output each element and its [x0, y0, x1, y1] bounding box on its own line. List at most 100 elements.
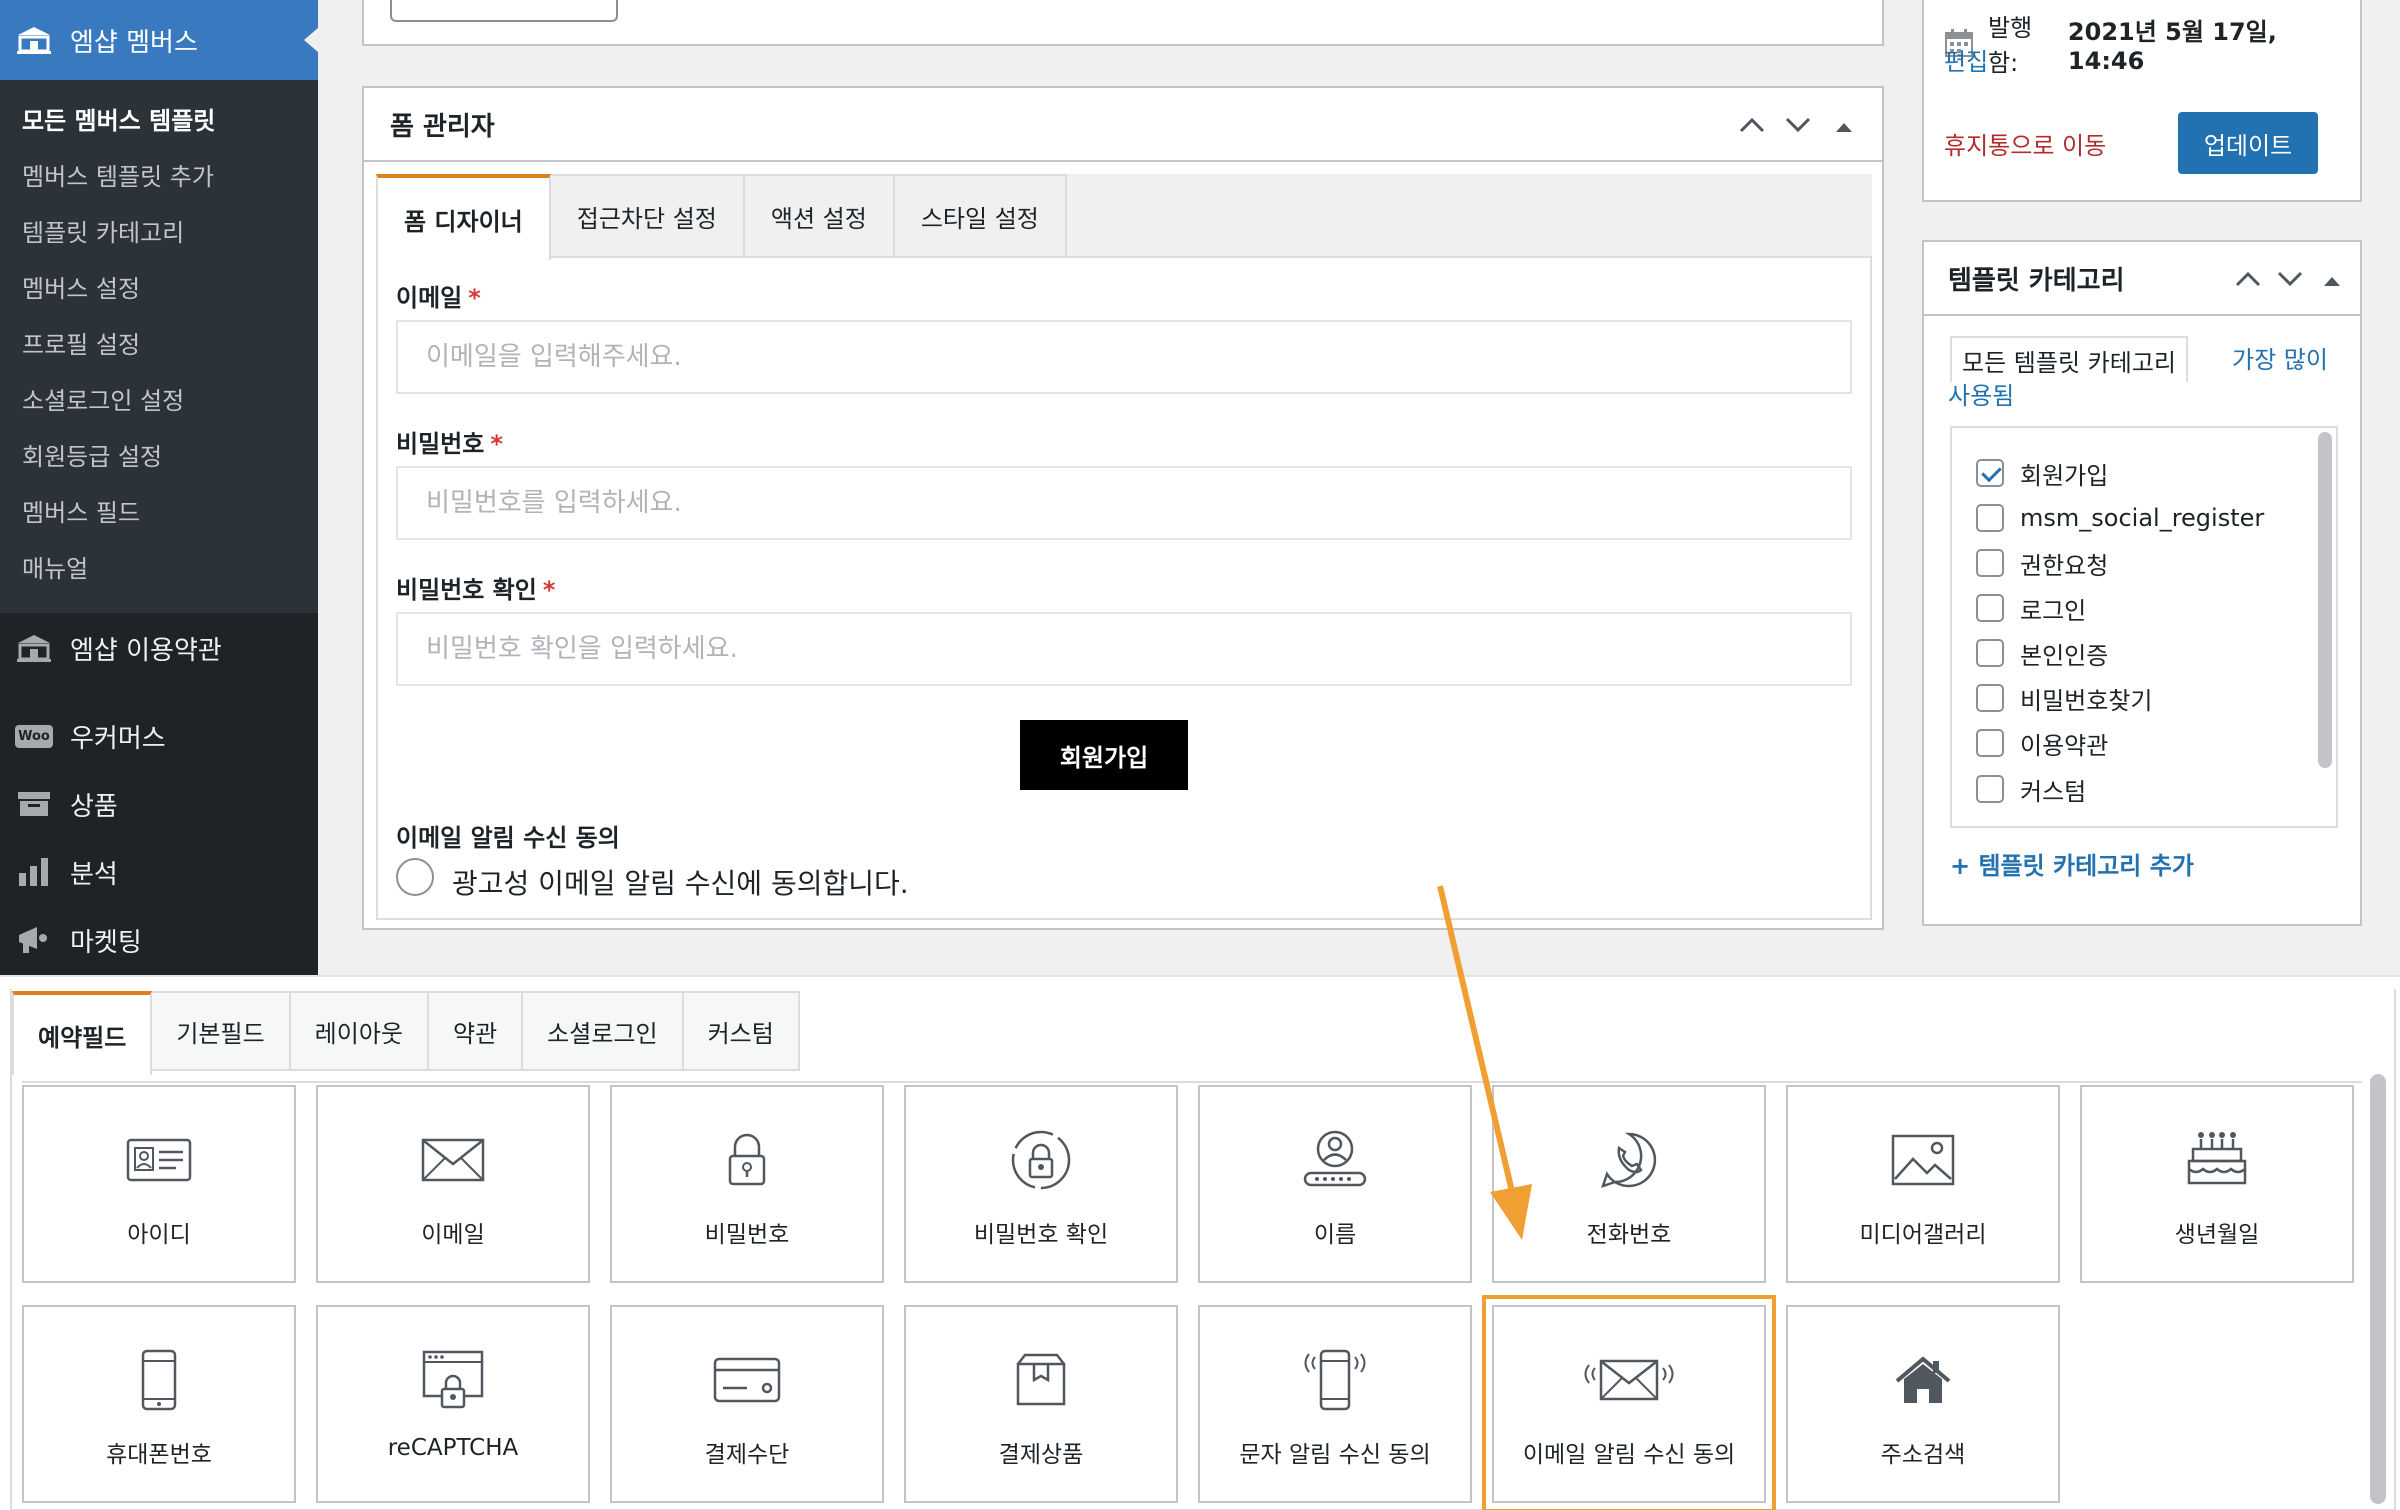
password-confirm-label-text: 비밀번호 확인	[396, 576, 537, 604]
cake-icon	[2167, 1125, 2267, 1195]
category-checkbox[interactable]	[1976, 504, 2004, 532]
field-tile-label: 아이디	[127, 1222, 191, 1248]
lock-icon	[697, 1125, 797, 1195]
previous-panel-button[interactable]	[390, 0, 618, 22]
panel-title: 폼 관리자	[390, 111, 495, 142]
tab-form-designer[interactable]: 폼 디자이너	[376, 174, 551, 260]
submenu-member-level-settings[interactable]: 회원등급 설정	[0, 436, 318, 492]
field-tile-password-confirm[interactable]: 비밀번호 확인	[904, 1085, 1178, 1283]
tab-style-settings[interactable]: 스타일 설정	[892, 174, 1067, 256]
category-checkbox[interactable]	[1976, 639, 2004, 667]
tab-terms[interactable]: 약관	[426, 991, 524, 1071]
field-tile-recaptcha[interactable]: reCAPTCHA	[316, 1305, 590, 1503]
sidebar-menu-label: 엠샵 이용약관	[70, 635, 222, 666]
submenu-manual[interactable]: 매뉴얼	[0, 548, 318, 604]
submenu-all-templates[interactable]: 모든 멤버스 템플릿	[0, 100, 318, 156]
sidebar-menu-marketing[interactable]: 마켓팅	[0, 910, 318, 970]
tab-access-block-settings[interactable]: 접근차단 설정	[548, 174, 745, 256]
category-header: 템플릿 카테고리	[1924, 242, 2360, 316]
field-tile-password[interactable]: 비밀번호	[610, 1085, 884, 1283]
sidebar-menu-woocommerce[interactable]: Woo 우커머스	[0, 706, 318, 766]
tab-custom[interactable]: 커스텀	[681, 991, 800, 1071]
email-label: 이메일 *	[396, 278, 481, 313]
field-tile-email[interactable]: 이메일	[316, 1085, 590, 1283]
sidebar-menu-label: 우커머스	[70, 723, 166, 754]
tab-social-login[interactable]: 소셜로그인	[521, 991, 684, 1071]
tab-reserved-fields[interactable]: 예약필드	[12, 991, 153, 1075]
category-item[interactable]: 비밀번호찾기	[1976, 683, 2152, 715]
category-label: 커스텀	[2020, 777, 2087, 806]
field-tile-email-consent[interactable]: 이메일 알림 수신 동의	[1482, 1295, 1776, 1510]
category-checkbox[interactable]	[1976, 459, 2004, 487]
collapse-toggle-icon[interactable]	[1828, 111, 1860, 139]
field-tile-birthdate[interactable]: 생년월일	[2080, 1085, 2354, 1283]
sidebar-menu-label: 분석	[70, 859, 118, 890]
field-tile-media-gallery[interactable]: 미디어갤러리	[1786, 1085, 2060, 1283]
signup-button[interactable]: 회원가입	[1020, 720, 1188, 790]
field-tile-phone[interactable]: 전화번호	[1492, 1085, 1766, 1283]
sidebar-menu-analytics[interactable]: 분석	[0, 842, 318, 902]
field-tile-sms-consent[interactable]: 문자 알림 수신 동의	[1198, 1305, 1472, 1503]
tab-all-categories[interactable]: 모든 템플릿 카테고리	[1950, 336, 2188, 382]
category-item[interactable]: 회원가입	[1976, 458, 2108, 490]
building-icon	[14, 22, 54, 58]
field-tile-address-search[interactable]: 주소검색	[1786, 1305, 2060, 1503]
sidebar-menu-mshop-members[interactable]: 엠샵 멤버스	[0, 0, 318, 80]
password-field[interactable]: 비밀번호를 입력하세요.	[396, 466, 1852, 540]
field-tile-label: 미디어갤러리	[1859, 1222, 1987, 1248]
template-category-box: 템플릿 카테고리 가장 많이 사용됨 모든 템플릿 카테고리 회원가입 msm_…	[1922, 240, 2362, 926]
category-checkbox[interactable]	[1976, 684, 2004, 712]
submenu-add-template[interactable]: 멤버스 템플릿 추가	[0, 156, 318, 212]
category-item[interactable]: 이용약관	[1976, 728, 2108, 760]
submenu-members-fields[interactable]: 멤버스 필드	[0, 492, 318, 548]
category-item[interactable]: msm_social_register	[1976, 503, 2264, 533]
move-to-trash-link[interactable]: 휴지통으로 이동	[1944, 126, 2106, 161]
password-confirm-field[interactable]: 비밀번호 확인을 입력하세요.	[396, 612, 1852, 686]
move-up-icon[interactable]	[2232, 265, 2264, 293]
sidebar-menu-mshop-terms[interactable]: 엠샵 이용약관	[0, 618, 318, 678]
field-tile-id[interactable]: 아이디	[22, 1085, 296, 1283]
home-icon	[1873, 1345, 1973, 1415]
category-item[interactable]: 로그인	[1976, 593, 2087, 625]
previous-panel	[362, 0, 1884, 46]
category-scrollbar[interactable]	[2318, 432, 2332, 768]
field-tile-payment-product[interactable]: 결제상품	[904, 1305, 1178, 1503]
field-tile-label: 이메일	[421, 1222, 485, 1248]
field-tile-mobile[interactable]: 휴대폰번호	[22, 1305, 296, 1503]
move-down-icon[interactable]	[1782, 111, 1814, 139]
field-picker-scrollbar[interactable]	[2370, 1074, 2386, 1504]
tab-layout[interactable]: 레이아웃	[288, 991, 429, 1071]
id-card-icon	[109, 1125, 209, 1195]
email-field[interactable]: 이메일을 입력해주세요.	[396, 320, 1852, 394]
tab-basic-fields[interactable]: 기본필드	[150, 991, 291, 1071]
tab-action-settings[interactable]: 액션 설정	[742, 174, 895, 256]
category-label: 권한요청	[2020, 551, 2109, 580]
move-down-icon[interactable]	[2274, 265, 2306, 293]
sidebar-menu-products[interactable]: 상품	[0, 774, 318, 834]
move-up-icon[interactable]	[1736, 111, 1768, 139]
category-label: 로그인	[2020, 596, 2087, 625]
email-consent-radio[interactable]	[396, 858, 434, 896]
collapse-toggle-icon[interactable]	[2316, 265, 2348, 293]
field-tile-payment-method[interactable]: 결제수단	[610, 1305, 884, 1503]
required-mark: *	[542, 576, 556, 604]
field-tile-grid: 아이디 이메일 비밀번호 비밀번호 확인 이름 전화번호 미디어갤러리 생년월일…	[22, 1081, 2362, 1510]
edit-date-link[interactable]: 편집	[1944, 42, 1988, 77]
submenu-members-settings[interactable]: 멤버스 설정	[0, 268, 318, 324]
update-button[interactable]: 업데이트	[2178, 112, 2318, 174]
field-tile-name[interactable]: 이름	[1198, 1085, 1472, 1283]
password-label: 비밀번호 *	[396, 424, 503, 459]
submenu-profile-settings[interactable]: 프로필 설정	[0, 324, 318, 380]
category-checkbox[interactable]	[1976, 729, 2004, 757]
category-checkbox[interactable]	[1976, 549, 2004, 577]
add-category-link[interactable]: + 템플릿 카테고리 추가	[1950, 846, 2194, 881]
submenu-social-login-settings[interactable]: 소셜로그인 설정	[0, 380, 318, 436]
box-icon	[991, 1345, 1091, 1415]
category-item[interactable]: 커스텀	[1976, 774, 2087, 806]
category-label: 본인인증	[2020, 641, 2109, 670]
category-checkbox[interactable]	[1976, 594, 2004, 622]
category-item[interactable]: 권한요청	[1976, 548, 2109, 580]
submenu-template-category[interactable]: 템플릿 카테고리	[0, 212, 318, 268]
category-item[interactable]: 본인인증	[1976, 638, 2109, 670]
category-checkbox[interactable]	[1976, 775, 2004, 803]
